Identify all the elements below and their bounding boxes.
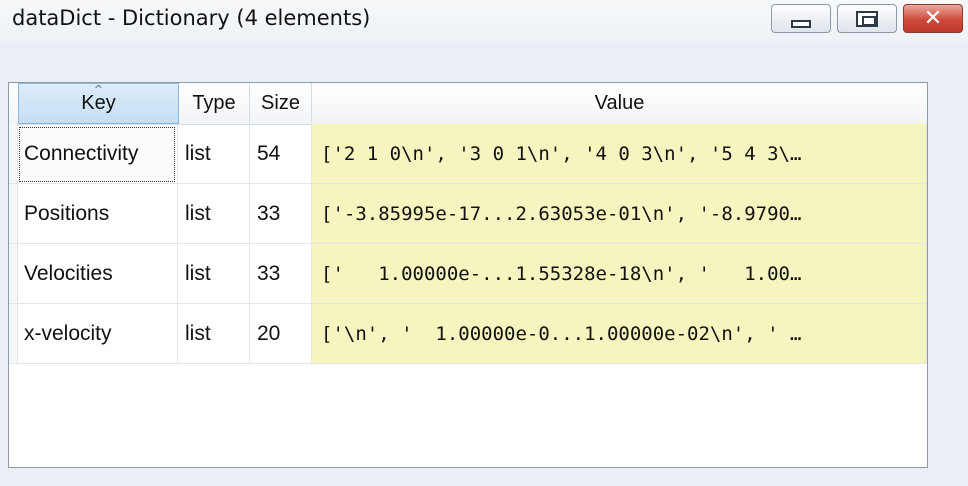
key-cell[interactable]: x-velocity <box>18 304 178 364</box>
column-header-key[interactable]: ^ Key <box>18 83 179 124</box>
title-bar[interactable]: dataDict - Dictionary (4 elements) ✕ <box>0 0 968 42</box>
dictionary-table[interactable]: ^ Key Type Size Value Connectivity list … <box>8 82 928 468</box>
minimize-icon <box>791 19 811 28</box>
row-gutter <box>9 184 18 244</box>
key-cell[interactable]: Velocities <box>18 244 178 304</box>
type-cell[interactable]: list <box>178 304 250 364</box>
minimize-button[interactable] <box>771 4 831 33</box>
close-icon: ✕ <box>923 5 943 31</box>
value-cell[interactable]: [' 1.00000e-...1.55328e-18\n', ' 1.00… <box>312 244 927 304</box>
sort-ascending-icon: ^ <box>93 83 104 96</box>
value-cell[interactable]: ['\n', ' 1.00000e-0...1.00000e-02\n', ' … <box>312 304 927 364</box>
close-button[interactable]: ✕ <box>903 4 963 33</box>
table-row[interactable]: x-velocity list 20 ['\n', ' 1.00000e-0..… <box>9 304 927 364</box>
table-header: ^ Key Type Size Value <box>9 83 927 125</box>
key-cell[interactable]: Connectivity <box>18 124 178 184</box>
column-header-value[interactable]: Value <box>312 83 927 124</box>
type-cell[interactable]: list <box>178 124 250 184</box>
type-cell[interactable]: list <box>178 184 250 244</box>
value-cell[interactable]: ['-3.85995e-17...2.63053e-01\n', '-8.979… <box>312 184 927 244</box>
size-cell[interactable]: 33 <box>250 244 312 304</box>
size-cell[interactable]: 54 <box>250 124 312 184</box>
dictionary-window: dataDict - Dictionary (4 elements) ✕ ^ K… <box>0 0 968 486</box>
table-row[interactable]: Positions list 33 ['-3.85995e-17...2.630… <box>9 184 927 244</box>
column-header-size-label: Size <box>261 92 300 114</box>
column-header-size[interactable]: Size <box>250 83 312 124</box>
maximize-icon <box>856 10 878 27</box>
row-gutter <box>9 244 18 304</box>
value-cell[interactable]: ['2 1 0\n', '3 0 1\n', '4 0 3\n', '5 4 3… <box>312 124 927 184</box>
row-gutter <box>9 124 18 184</box>
table-row[interactable]: Velocities list 33 [' 1.00000e-...1.5532… <box>9 244 927 304</box>
column-header-value-label: Value <box>594 92 645 114</box>
window-title: dataDict - Dictionary (4 elements) <box>12 6 371 30</box>
key-cell[interactable]: Positions <box>18 184 178 244</box>
size-cell[interactable]: 20 <box>250 304 312 364</box>
table-row[interactable]: Connectivity list 54 ['2 1 0\n', '3 0 1\… <box>9 124 927 184</box>
type-cell[interactable]: list <box>178 244 250 304</box>
column-header-type-label: Type <box>192 92 236 114</box>
size-cell[interactable]: 33 <box>250 184 312 244</box>
maximize-button[interactable] <box>837 4 897 33</box>
column-header-type[interactable]: Type <box>179 83 250 124</box>
row-gutter <box>9 304 18 364</box>
